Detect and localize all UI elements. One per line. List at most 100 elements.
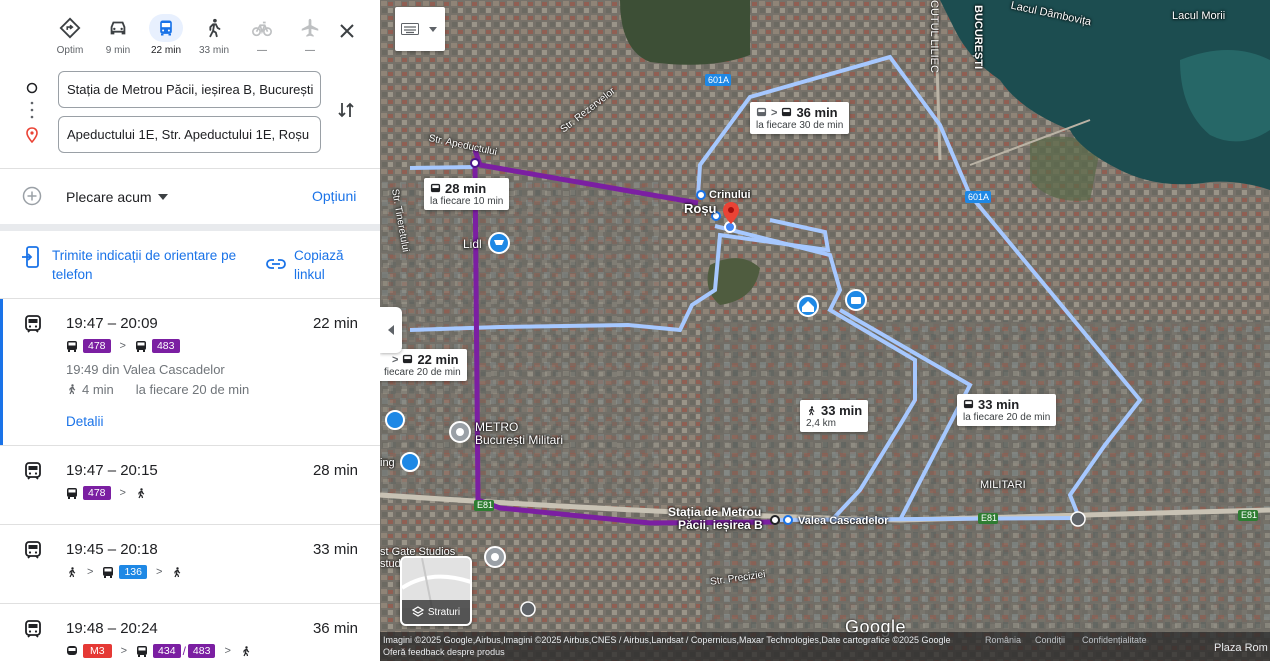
route-card-33[interactable]: 33 min la fiecare 20 de min — [957, 394, 1057, 426]
destination-input[interactable]: Apeductului 1E, Str. Apeductului 1E, Roș… — [58, 116, 321, 153]
route-option-3[interactable]: 19:45 – 20:18 33 min > 136 > — [0, 525, 380, 603]
mode-optim[interactable]: Optim — [46, 14, 94, 56]
walk-icon — [809, 405, 815, 415]
walk-icon — [209, 18, 221, 38]
route-card-sub: la fiecare 20 de min — [963, 412, 1051, 423]
close-icon — [340, 24, 354, 38]
road-number: E81 — [981, 513, 998, 523]
poi-label[interactable]: METRO — [475, 420, 518, 434]
swap-button[interactable] — [336, 100, 356, 125]
bus-icon — [135, 341, 146, 352]
departure-time-dropdown[interactable]: Plecare acum — [66, 189, 168, 205]
bus-icon — [67, 341, 77, 352]
details-link[interactable]: Detalii — [66, 414, 104, 429]
route-card-walk-33[interactable]: 33 min 2,4 km — [800, 400, 869, 432]
link-icon — [266, 259, 286, 269]
map-footer: Imagini ©2025 Google,Airbus,Imagini ©202… — [380, 632, 1270, 661]
region-link[interactable]: România — [985, 635, 1021, 645]
walk-icon — [138, 487, 145, 498]
privacy-link[interactable]: Confidențialitate — [1082, 635, 1147, 645]
chevron-right-icon: > — [119, 487, 126, 499]
layers-button[interactable]: Straturi — [400, 556, 472, 626]
mode-transit[interactable]: 22 min — [142, 14, 190, 56]
input-tools-button[interactable] — [395, 7, 445, 51]
copy-link-button[interactable]: Copiază linkul — [266, 246, 354, 284]
district-label: CUTUL LILIEC — [928, 0, 940, 73]
collapse-panel-button[interactable] — [380, 307, 402, 353]
bus-icon — [160, 20, 172, 36]
poi-label: ing — [380, 457, 395, 469]
route-option-1[interactable]: 19:47 – 20:09 22 min 478 > 483 19:49 din… — [0, 299, 380, 445]
poi-label[interactable]: Lidl — [463, 237, 482, 251]
line-badge: 434 — [153, 644, 181, 658]
terms-link[interactable]: Condiții — [1035, 635, 1065, 645]
route-card-28[interactable]: 28 min la fiecare 10 min — [424, 178, 510, 210]
route-walk-info: 4 min la fiecare 20 de min — [66, 382, 249, 397]
bus-icon — [137, 646, 148, 657]
route-steps: M3 > 434 / 483 > — [66, 644, 252, 658]
route-time: 19:47 – 20:15 — [66, 462, 158, 479]
route-option-4[interactable]: 19:48 – 20:24 36 min M3 > 434 / 483 > — [0, 604, 380, 661]
route-frequency: la fiecare 20 de min — [135, 382, 250, 397]
route-time: 19:48 – 20:24 — [66, 620, 158, 637]
line-badge: 478 — [83, 339, 111, 353]
line-badge: M3 — [83, 644, 112, 658]
route-card-22[interactable]: >22 min fiecare 20 de min — [380, 349, 467, 381]
route-departure-info: 19:49 din Valea Cascadelor — [66, 362, 225, 377]
origin-input[interactable]: Stația de Metrou Păcii, ieșirea B, Bucur… — [58, 71, 321, 108]
road-number: E81 — [477, 500, 494, 510]
route-card-36[interactable]: >36 min la fiecare 30 de min — [750, 102, 850, 134]
mode-flight[interactable]: — — [286, 14, 334, 56]
route-steps: 478 > — [66, 486, 147, 500]
destination-pin-icon — [26, 127, 38, 143]
send-to-phone-icon — [22, 246, 39, 268]
chevron-right-icon: > — [224, 645, 231, 657]
chevron-right-icon: > — [771, 106, 778, 119]
directions-panel: Optim 9 min 22 min 33 min — — Stația de — [0, 0, 380, 661]
close-button[interactable] — [334, 18, 360, 44]
line-badge: 483 — [151, 339, 180, 353]
route-duration: 33 min — [312, 541, 358, 558]
line-badge: 478 — [83, 486, 111, 500]
bus-icon — [403, 354, 413, 364]
route-time: 19:45 – 20:18 — [66, 541, 158, 558]
stop-label: Stația de Metrou — [668, 505, 762, 519]
mode-car[interactable]: 9 min — [94, 14, 142, 56]
send-to-phone-button[interactable]: Trimite indicații de orientare pe telefo… — [22, 246, 242, 284]
bus-icon — [963, 399, 974, 409]
mode-label: Optim — [56, 45, 84, 56]
options-link[interactable]: Opțiuni — [312, 188, 356, 204]
chevron-right-icon: > — [119, 340, 126, 352]
add-circle-icon[interactable] — [22, 186, 42, 206]
mode-walk[interactable]: 33 min — [190, 14, 238, 56]
caret-left-icon — [388, 325, 394, 335]
mode-label: — — [257, 45, 267, 56]
car-icon — [110, 21, 126, 35]
bus-icon — [430, 183, 441, 193]
transit-icon — [25, 541, 41, 559]
copy-link-label: Copiază linkul — [294, 248, 344, 282]
transit-icon — [25, 462, 41, 480]
chevron-right-icon: > — [155, 566, 163, 578]
route-card-sub: la fiecare 30 de min — [756, 120, 844, 131]
map-view[interactable]: Lacul Dâmbovița Lacul Morii BUCUREȘTI CU… — [380, 0, 1270, 661]
departure-row: Plecare acum Opțiuni — [0, 180, 380, 212]
feedback-link[interactable]: Oferă feedback despre produs — [383, 647, 505, 657]
origin-circle-icon — [26, 82, 38, 94]
route-card-sub: 2,4 km — [806, 418, 837, 429]
route-card-title: 33 min — [821, 403, 863, 418]
line-badge: 136 — [119, 565, 147, 579]
satellite-map[interactable] — [380, 0, 1270, 661]
line-badge: 483 — [187, 644, 216, 658]
layers-label: Straturi — [427, 606, 461, 618]
mode-bike[interactable]: — — [238, 14, 286, 56]
route-option-2[interactable]: 19:47 – 20:15 28 min 478 > — [0, 446, 380, 524]
route-time: 19:47 – 20:09 — [66, 315, 158, 332]
stop-label: Valea Cascadelor — [798, 515, 889, 527]
metro-icon — [67, 646, 77, 655]
route-duration: 22 min — [312, 315, 358, 332]
layers-label-row: Straturi — [402, 600, 470, 624]
poi-label[interactable]: București Militari — [475, 433, 563, 447]
line-separator: / — [182, 644, 186, 658]
mode-label: 33 min — [198, 45, 229, 56]
